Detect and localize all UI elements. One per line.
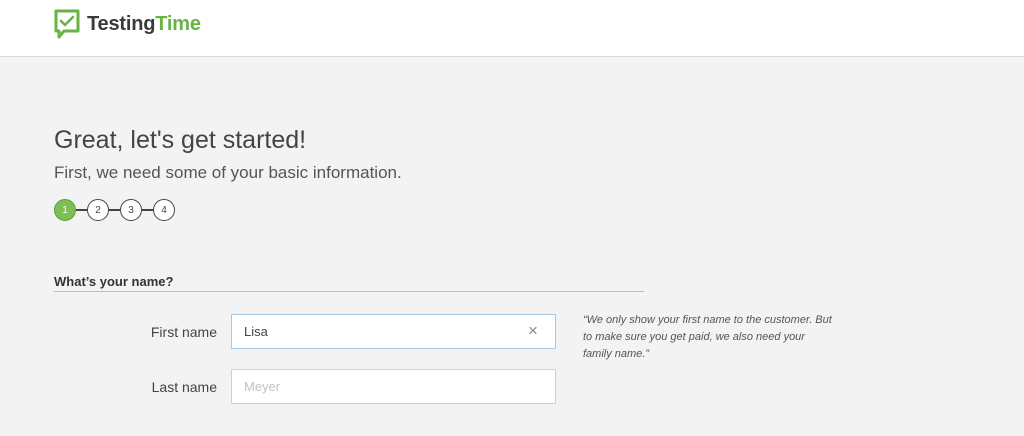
step-2: 2 <box>87 199 109 221</box>
logo[interactable]: TestingTime <box>54 9 201 39</box>
progress-stepper: 1 2 3 4 <box>54 199 175 221</box>
page-title: Great, let's get started! <box>54 126 307 154</box>
first-name-label: First name <box>150 324 217 340</box>
step-connector <box>109 209 120 211</box>
step-3: 3 <box>120 199 142 221</box>
last-name-input[interactable] <box>231 369 556 404</box>
top-bar: TestingTime <box>0 0 1024 57</box>
name-hint-text: “We only show your first name to the cus… <box>583 314 832 360</box>
clear-icon[interactable]: × <box>520 318 546 344</box>
brand-name-part1: Testing <box>87 12 156 35</box>
brand-name: TestingTime <box>87 13 201 36</box>
step-4: 4 <box>153 199 175 221</box>
step-1: 1 <box>54 199 76 221</box>
step-connector <box>76 209 87 211</box>
section-title: What’s your name? <box>54 274 174 289</box>
page-subtitle: First, we need some of your basic inform… <box>54 163 402 182</box>
first-name-input[interactable] <box>231 314 556 349</box>
section-divider <box>54 291 644 292</box>
brand-name-part2: Time <box>155 12 201 35</box>
last-name-label: Last name <box>151 379 217 395</box>
checkbox-chat-icon <box>54 9 80 39</box>
step-connector <box>142 209 153 211</box>
